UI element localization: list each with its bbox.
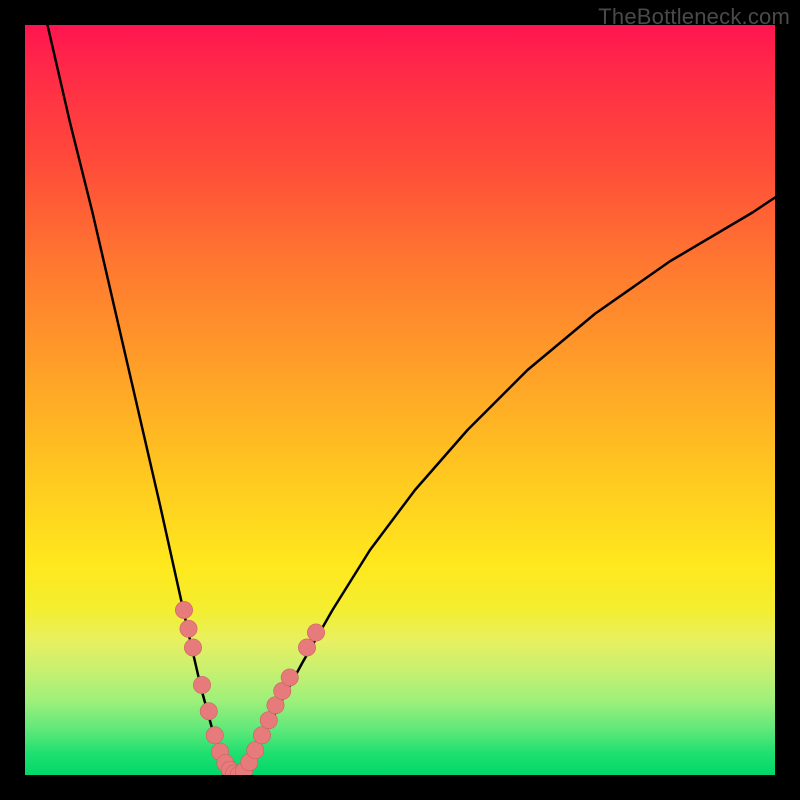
data-point — [175, 601, 192, 618]
data-point — [281, 669, 298, 686]
watermark-text: TheBottleneck.com — [598, 4, 790, 30]
chart-frame: TheBottleneck.com — [0, 0, 800, 800]
data-point — [193, 676, 210, 693]
plot-area — [25, 25, 775, 775]
data-point — [260, 712, 277, 729]
data-point — [253, 727, 270, 744]
highlighted-points — [175, 601, 324, 775]
data-point — [206, 727, 223, 744]
data-point — [247, 742, 264, 759]
data-point — [200, 703, 217, 720]
chart-svg — [25, 25, 775, 775]
data-point — [307, 624, 324, 641]
bottleneck-curve-left — [48, 25, 239, 775]
data-point — [298, 639, 315, 656]
bottleneck-curve-right — [239, 198, 775, 776]
data-point — [180, 620, 197, 637]
bottleneck-curve — [48, 25, 776, 775]
data-point — [184, 639, 201, 656]
